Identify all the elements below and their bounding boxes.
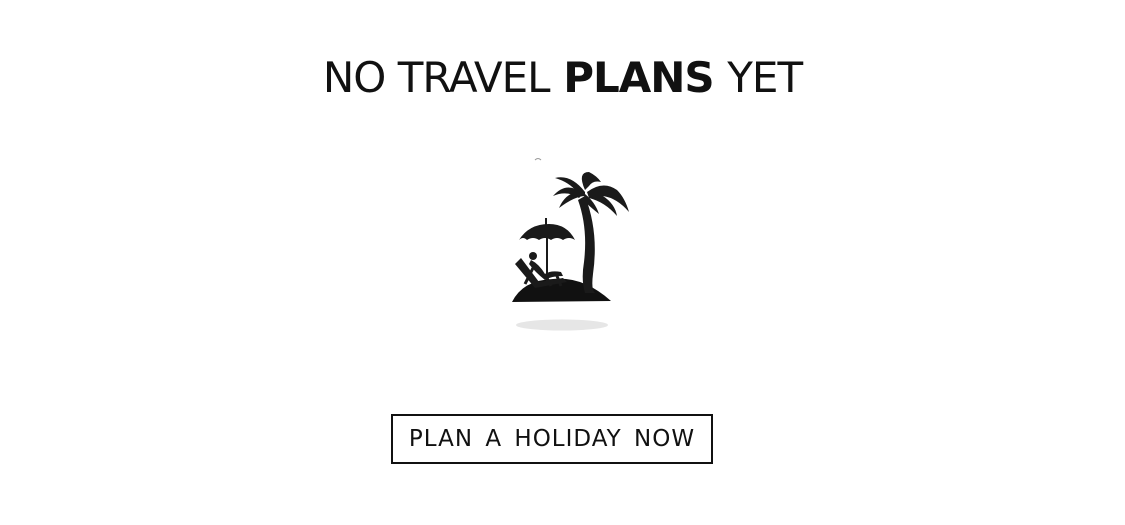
- title-part-3: YET: [727, 53, 803, 102]
- page-title: NO TRAVEL PLANS YET: [0, 52, 1125, 104]
- title-part-2: PLANS: [563, 53, 714, 102]
- plan-holiday-button-label: PLAN A HOLIDAY NOW: [408, 426, 696, 452]
- title-part-1: NO TRAVEL: [322, 53, 551, 102]
- plan-holiday-button[interactable]: PLAN A HOLIDAY NOW: [391, 414, 713, 464]
- island-palm-beach-chair-icon: [505, 152, 635, 337]
